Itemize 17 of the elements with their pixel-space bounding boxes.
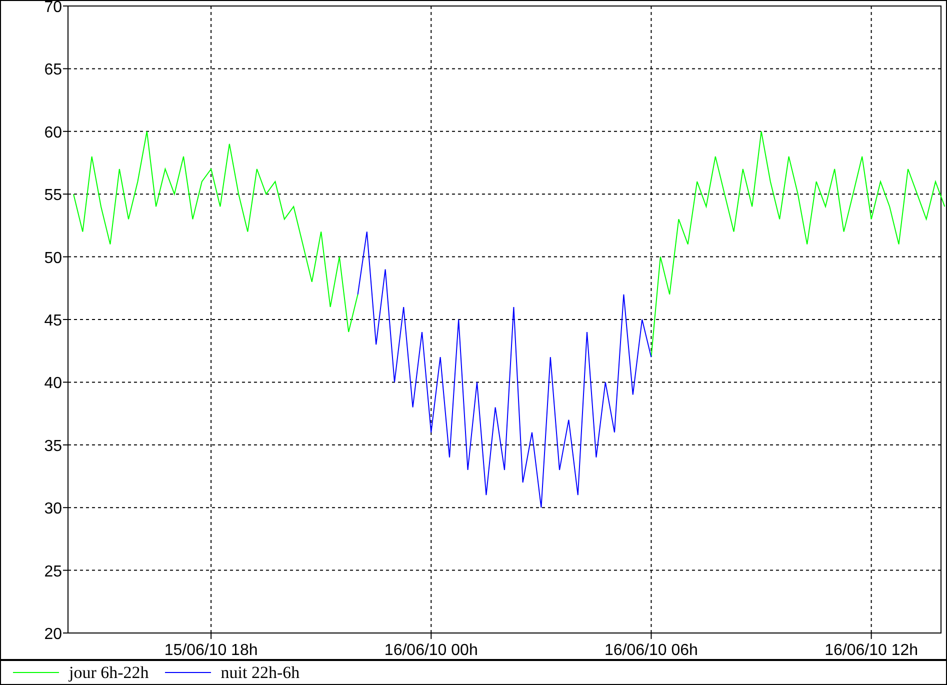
legend-label: jour 6h-22h	[69, 662, 149, 682]
y-tick-label: 35	[44, 438, 62, 455]
y-tick-label: 70	[44, 1, 62, 16]
y-tick-label: 45	[44, 312, 62, 330]
x-tick-label: 16/06/10 00h	[384, 642, 478, 659]
y-tick-label: 50	[44, 250, 62, 267]
x-tick-label: 16/06/10 06h	[604, 642, 698, 659]
x-tick-label: 15/06/10 18h	[164, 642, 258, 659]
y-tick-label: 20	[44, 626, 62, 643]
y-tick-label: 30	[44, 500, 62, 518]
y-tick-label: 25	[44, 563, 62, 580]
y-tick-label: 55	[44, 187, 62, 204]
y-tick-label: 65	[44, 62, 62, 79]
x-tick-label: 16/06/10 12h	[824, 642, 918, 659]
legend-label: nuit 22h-6h	[220, 662, 300, 682]
y-tick-label: 40	[44, 375, 62, 392]
y-tick-label: 60	[44, 124, 62, 142]
